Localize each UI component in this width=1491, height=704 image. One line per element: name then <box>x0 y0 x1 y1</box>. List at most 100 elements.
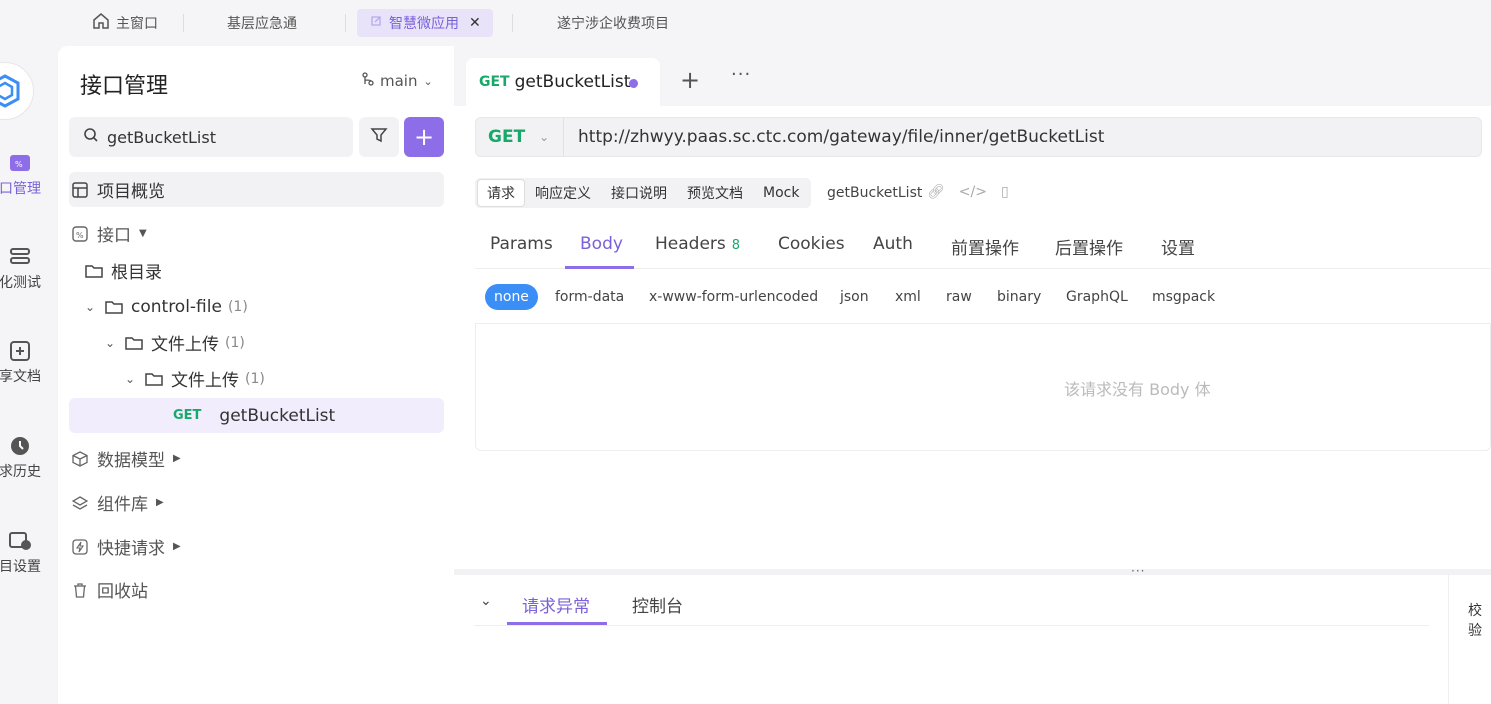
body-type-raw[interactable]: raw <box>946 288 972 306</box>
tree-folder-upload[interactable]: ⌄ 文件上传 (1) <box>69 325 444 360</box>
search-icon <box>83 127 99 147</box>
divider <box>474 625 1429 626</box>
tree-item-apis[interactable]: % 接口 ▼ <box>69 216 444 251</box>
tree-item-label: 项目概览 <box>97 182 165 202</box>
subtab-description[interactable]: 接口说明 <box>601 179 677 207</box>
bottom-panel: ⌄ 请求异常 控制台 校验 <box>454 575 1491 704</box>
rail-item-label: 求历史 <box>0 464 41 480</box>
trash-icon <box>69 580 91 600</box>
tree-item-trash[interactable]: 回收站 <box>69 572 444 607</box>
tab-console[interactable]: 控制台 <box>632 592 683 617</box>
history-icon <box>7 435 33 457</box>
api-tabbar: GET getBucketList + ··· <box>454 46 1491 106</box>
body-type-selector: none form-data x-www-form-urlencoded jso… <box>475 280 1491 324</box>
code-icon[interactable]: </> <box>959 184 987 200</box>
tree-item-label: 组件库 <box>97 495 148 515</box>
api-icon: % <box>69 224 91 244</box>
app-logo <box>0 62 34 120</box>
method-select[interactable]: GET ⌄ <box>476 118 564 156</box>
cube-icon <box>69 449 91 469</box>
branch-label: main <box>380 72 418 90</box>
tree-item-label: 文件上传 <box>171 371 239 391</box>
tab-headers[interactable]: Headers 8 <box>655 234 740 254</box>
project-tab-label: 基层应急通 <box>227 16 297 32</box>
tree-item-root[interactable]: 根目录 <box>69 253 444 288</box>
project-tab-zhihui[interactable]: 智慧微应用 ✕ <box>357 9 493 37</box>
method-value: GET <box>488 127 526 147</box>
body-type-xml[interactable]: xml <box>895 288 921 306</box>
rail-item-test[interactable]: 化测试 <box>0 246 58 292</box>
chevron-down-icon[interactable]: ⌄ <box>103 336 117 350</box>
main-panel: GET getBucketList + ··· GET ⌄ http://zhw… <box>454 46 1491 704</box>
folder-icon <box>143 369 165 389</box>
new-tab-plus-icon[interactable]: + <box>680 68 700 92</box>
folder-icon <box>83 261 105 281</box>
url-input[interactable]: http://zhwyy.paas.sc.ctc.com/gateway/fil… <box>564 127 1104 147</box>
link-icon[interactable]: 🔗︎ <box>927 184 945 200</box>
filter-button[interactable] <box>359 117 399 157</box>
api-tab-getbucketlist[interactable]: GET getBucketList <box>466 58 660 106</box>
rail-item-settings[interactable]: 目设置 <box>0 530 58 576</box>
tree-item-models[interactable]: 数据模型 ▶ <box>69 441 444 476</box>
body-type-none[interactable]: none <box>485 284 538 310</box>
tab-request-errors[interactable]: 请求异常 <box>522 592 590 617</box>
tab-settings[interactable]: 设置 <box>1161 234 1195 259</box>
subtab-preview[interactable]: 预览文档 <box>677 179 753 207</box>
body-empty-text: 该请求没有 Body 体 <box>1064 380 1211 399</box>
body-type-msgpack[interactable]: msgpack <box>1152 288 1215 306</box>
chevron-down-icon[interactable]: ⌄ <box>480 593 492 609</box>
rail-item-share[interactable]: 享文档 <box>0 340 58 386</box>
tree-item-label: 文件上传 <box>151 335 219 355</box>
validation-label[interactable]: 校验 <box>1468 600 1491 640</box>
folder-icon <box>103 297 125 317</box>
search-input[interactable]: getBucketList <box>69 117 353 157</box>
api-sidebar: 接口管理 main ⌄ getBucketList + 项目概览 % 接口 ▼ … <box>58 46 454 704</box>
project-tab-home[interactable]: 主窗口 <box>92 9 158 37</box>
body-type-binary[interactable]: binary <box>997 288 1041 306</box>
tree-item-components[interactable]: 组件库 ▶ <box>69 485 444 520</box>
tree-item-quick[interactable]: 快捷请求 ▶ <box>69 529 444 564</box>
add-button[interactable]: + <box>404 117 444 157</box>
tab-post-script[interactable]: 后置操作 <box>1055 234 1123 259</box>
more-icon[interactable]: ··· <box>731 64 751 85</box>
branch-selector[interactable]: main ⌄ <box>362 72 433 90</box>
project-tab-suining[interactable]: 遂宁涉企收费项目 <box>557 9 669 37</box>
request-tabs: Params Body Headers 8 Cookies Auth 前置操作 后… <box>475 222 1491 269</box>
chevron-down-icon: ⌄ <box>539 130 550 144</box>
body-type-json[interactable]: json <box>840 288 869 306</box>
method-badge: GET <box>173 408 202 423</box>
home-icon <box>92 12 110 34</box>
unsaved-dot-icon <box>629 79 638 88</box>
tab-cookies[interactable]: Cookies <box>778 234 845 254</box>
tab-auth[interactable]: Auth <box>873 234 913 254</box>
doc-share-icon <box>7 340 33 362</box>
body-type-form-data[interactable]: form-data <box>555 288 624 306</box>
rail-item-api[interactable]: % 口管理 <box>0 152 58 198</box>
panel-icon[interactable]: ▯ <box>1001 184 1009 200</box>
chevron-down-icon[interactable]: ⌄ <box>83 300 97 314</box>
tree-item-label: getBucketList <box>219 405 336 426</box>
url-bar: GET ⌄ http://zhwyy.paas.sc.ctc.com/gatew… <box>475 117 1482 157</box>
tree-folder-upload-sub[interactable]: ⌄ 文件上传 (1) <box>69 361 444 396</box>
subtab-response[interactable]: 响应定义 <box>525 179 601 207</box>
caret-right-icon: ▶ <box>173 453 181 464</box>
body-type-graphql[interactable]: GraphQL <box>1066 288 1128 306</box>
body-type-urlencoded[interactable]: x-www-form-urlencoded <box>649 288 818 306</box>
tree-folder-control-file[interactable]: ⌄ control-file (1) <box>69 289 444 324</box>
caret-right-icon: ▶ <box>156 497 164 508</box>
project-tab-label: 遂宁涉企收费项目 <box>557 16 669 32</box>
close-icon[interactable]: ✕ <box>469 15 481 31</box>
chevron-down-icon[interactable]: ⌄ <box>123 372 137 386</box>
tab-body[interactable]: Body <box>580 234 623 254</box>
tree-item-label: 接口 <box>97 226 131 246</box>
tab-pre-script[interactable]: 前置操作 <box>951 234 1019 259</box>
tree-item-getbucketlist[interactable]: GET getBucketList <box>69 398 444 433</box>
headers-count-badge: 8 <box>731 238 741 253</box>
tab-params[interactable]: Params <box>490 234 553 254</box>
tree-item-overview[interactable]: 项目概览 <box>69 172 444 207</box>
rail-item-history[interactable]: 求历史 <box>0 435 58 481</box>
subtab-request[interactable]: 请求 <box>477 179 525 207</box>
subtab-mock[interactable]: Mock <box>753 181 809 205</box>
tree-item-label: 回收站 <box>97 582 148 602</box>
project-tab-jiceng[interactable]: 基层应急通 <box>227 9 297 37</box>
